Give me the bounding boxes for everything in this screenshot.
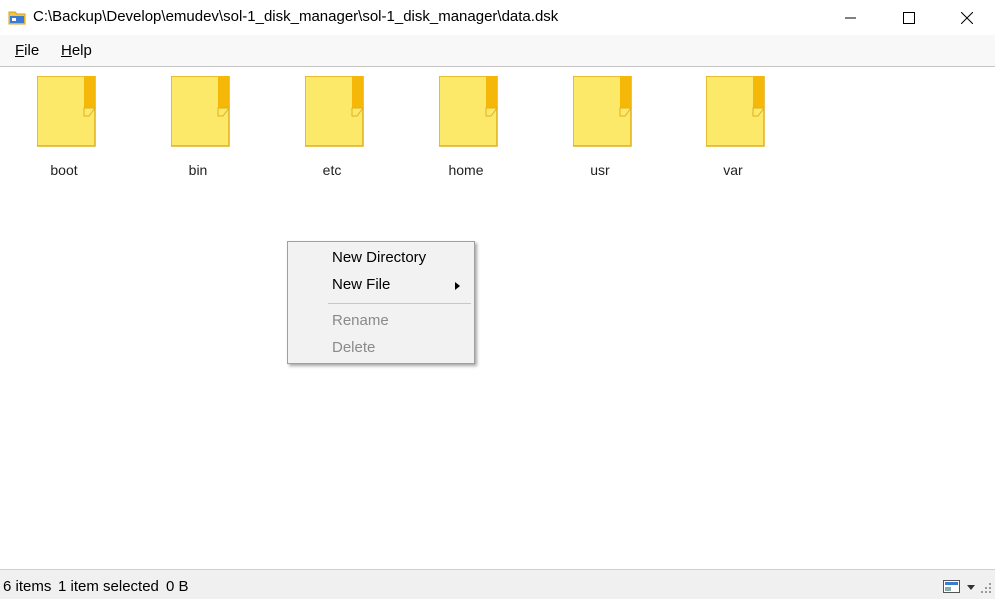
maximize-button[interactable] <box>880 0 938 35</box>
folder-icon <box>439 76 498 147</box>
folder-icon <box>171 76 230 147</box>
folder-icon <box>573 76 632 147</box>
menu-help-mnemonic: H <box>61 42 72 59</box>
folder-item-usr[interactable]: usr <box>560 74 640 184</box>
folder-icon <box>305 76 364 147</box>
menu-help[interactable]: Help <box>61 42 92 59</box>
menu-help-label: elp <box>71 42 92 59</box>
menu-file[interactable]: File <box>15 42 39 59</box>
window-title: C:\Backup\Develop\emudev\sol-1_disk_mana… <box>33 8 559 25</box>
status-selection: 1 item selected <box>58 578 159 595</box>
folder-item-boot[interactable]: boot <box>24 74 104 184</box>
menu-item-delete: Delete <box>332 339 376 356</box>
menu-item-new-file[interactable]: New File <box>332 276 390 293</box>
close-icon <box>961 11 973 24</box>
file-view[interactable]: boot bin etc home usr var <box>0 68 995 569</box>
menu-item-new-directory[interactable]: New Directory <box>332 249 426 266</box>
folder-item-home[interactable]: home <box>426 74 506 184</box>
menu-file-mnemonic: F <box>15 42 25 59</box>
status-size: 0 B <box>166 578 189 595</box>
context-menu: New Directory New File Rename Delete <box>287 241 475 364</box>
menu-bar: File Help <box>0 35 995 67</box>
close-button[interactable] <box>938 0 995 35</box>
folder-app-icon <box>8 11 26 25</box>
folder-icon <box>706 76 765 147</box>
minimize-icon <box>845 17 856 18</box>
menu-separator <box>328 303 471 304</box>
folder-item-var[interactable]: var <box>693 74 773 184</box>
folder-label: home <box>448 162 484 178</box>
folder-item-etc[interactable]: etc <box>292 74 372 184</box>
folder-label: usr <box>590 162 610 178</box>
folder-label: var <box>723 162 743 178</box>
view-dropdown-icon[interactable] <box>967 585 975 590</box>
folder-icon <box>37 76 96 147</box>
view-mode-icon[interactable] <box>943 580 960 593</box>
status-item-count: 6 items <box>3 578 52 595</box>
folder-label: boot <box>50 162 78 178</box>
title-bar: C:\Backup\Develop\emudev\sol-1_disk_mana… <box>0 0 995 35</box>
folder-label: etc <box>322 162 342 178</box>
folder-item-bin[interactable]: bin <box>158 74 238 184</box>
menu-file-label: ile <box>24 42 40 59</box>
menu-item-rename: Rename <box>332 312 389 329</box>
submenu-arrow-icon <box>455 282 460 290</box>
maximize-icon <box>903 11 915 24</box>
status-bar: 6 items 1 item selected 0 B <box>0 569 995 599</box>
minimize-button[interactable] <box>822 0 880 35</box>
folder-label: bin <box>188 162 208 178</box>
resize-grip-icon[interactable] <box>980 582 992 594</box>
